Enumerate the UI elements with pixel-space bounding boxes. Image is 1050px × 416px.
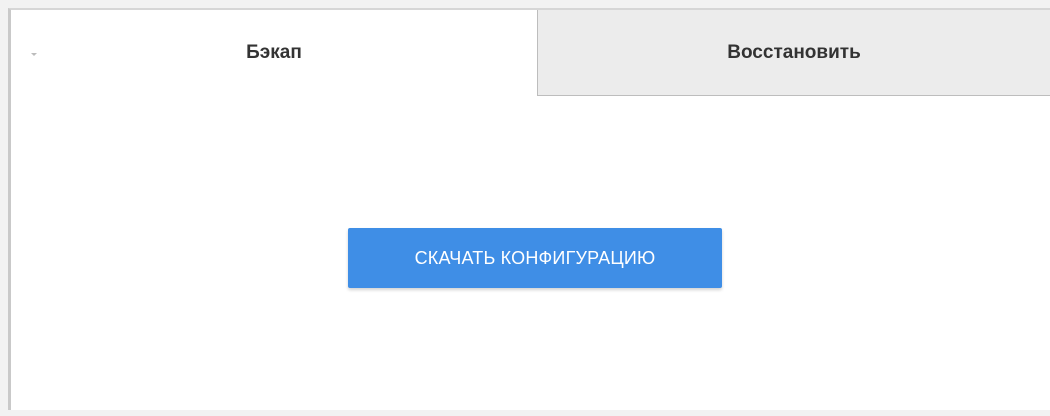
tab-restore-label: Восстановить — [727, 41, 861, 63]
tab-bar: Бэкап Восстановить — [11, 10, 1050, 96]
chevron-down-icon[interactable] — [31, 53, 37, 56]
tab-restore[interactable]: Восстановить — [537, 10, 1050, 96]
backup-restore-panel: Бэкап Восстановить СКАЧАТЬ КОНФИГУРАЦИЮ — [8, 8, 1050, 410]
tab-backup[interactable]: Бэкап — [11, 10, 537, 96]
tab-backup-label: Бэкап — [246, 42, 302, 63]
backup-tab-content: СКАЧАТЬ КОНФИГУРАЦИЮ — [11, 96, 1050, 410]
download-configuration-button[interactable]: СКАЧАТЬ КОНФИГУРАЦИЮ — [348, 228, 722, 288]
